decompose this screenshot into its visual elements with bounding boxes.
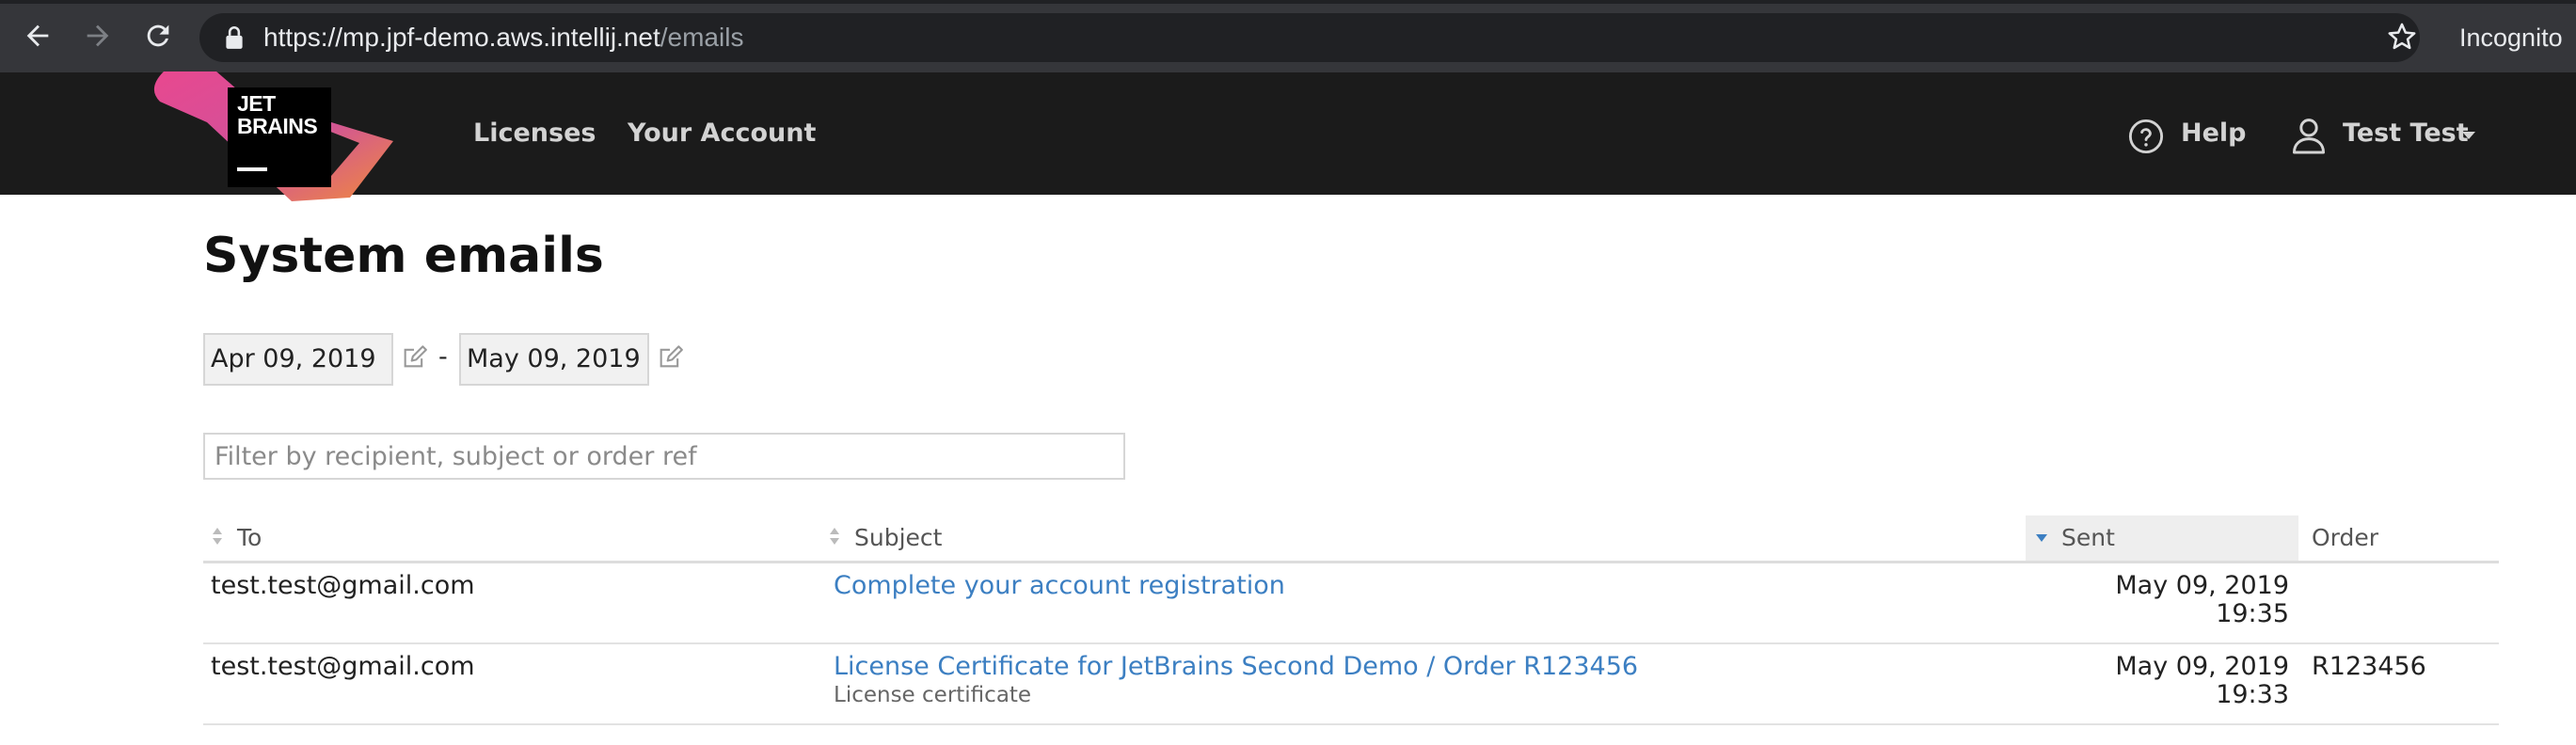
help-link[interactable]: Help [2181, 118, 2247, 150]
logo-line-jet: JET [237, 91, 276, 116]
url-host: https://mp.jpf-demo.aws.intellij.net [263, 23, 660, 52]
date-range-separator: - [438, 342, 448, 372]
logo-underscore [237, 167, 267, 171]
table-row: test.test@gmail.com Complete your accoun… [203, 563, 2499, 644]
column-header-sent[interactable]: Sent [2026, 515, 2298, 561]
row-sent-time: 19:35 [2216, 599, 2289, 628]
table-row: test.test@gmail.com License Certificate … [203, 644, 2499, 725]
row-order: R123456 [2312, 652, 2426, 681]
row-sent-date: May 09, 2019 [2115, 652, 2289, 681]
column-header-order[interactable]: Order [2312, 515, 2490, 561]
row-subject-note: License certificate [834, 683, 1032, 707]
row-divider [203, 723, 2499, 725]
logo-line-brains: BRAINS [237, 114, 318, 138]
sort-icon [830, 528, 839, 545]
column-label-to: To [237, 524, 262, 551]
lock-icon[interactable] [222, 24, 246, 51]
row-sent-date: May 09, 2019 [2115, 571, 2289, 600]
page-title: System emails [203, 228, 604, 284]
row-subject-link[interactable]: Complete your account registration [834, 571, 1285, 601]
date-to-field[interactable]: May 09, 2019 [459, 333, 649, 386]
date-from-field[interactable]: Apr 09, 2019 [203, 333, 393, 386]
edit-date-to-icon[interactable] [657, 344, 683, 371]
reload-icon[interactable] [139, 17, 177, 55]
column-label-subject: Subject [854, 524, 943, 551]
column-header-subject[interactable]: Subject [828, 515, 1957, 561]
column-label-order: Order [2312, 524, 2379, 551]
bookmark-star-icon[interactable] [2386, 21, 2418, 53]
row-to: test.test@gmail.com [211, 571, 475, 600]
back-icon[interactable] [19, 17, 56, 55]
filter-input[interactable] [203, 433, 1125, 480]
row-subject-link[interactable]: License Certificate for JetBrains Second… [834, 652, 1638, 682]
sort-icon [213, 528, 222, 545]
sort-descending-icon [2036, 534, 2047, 542]
nav-your-account[interactable]: Your Account [628, 118, 816, 150]
url-path: /emails [660, 23, 744, 52]
row-sent-time: 19:33 [2216, 680, 2289, 709]
column-label-sent: Sent [2061, 524, 2115, 551]
tab-strip [0, 0, 2576, 4]
url-text[interactable]: https://mp.jpf-demo.aws.intellij.net/ema… [263, 19, 743, 56]
forward-icon[interactable] [79, 17, 117, 55]
nav-licenses[interactable]: Licenses [473, 118, 596, 150]
user-icon[interactable] [2292, 117, 2326, 154]
user-menu[interactable]: Test Test [2343, 118, 2469, 150]
incognito-label[interactable]: Incognito [2459, 19, 2563, 56]
chevron-down-icon[interactable] [2462, 132, 2475, 139]
help-icon[interactable] [2128, 119, 2164, 154]
edit-date-from-icon[interactable] [401, 344, 427, 371]
logo-text: JET BRAINS [237, 91, 318, 138]
row-to: test.test@gmail.com [211, 652, 475, 681]
